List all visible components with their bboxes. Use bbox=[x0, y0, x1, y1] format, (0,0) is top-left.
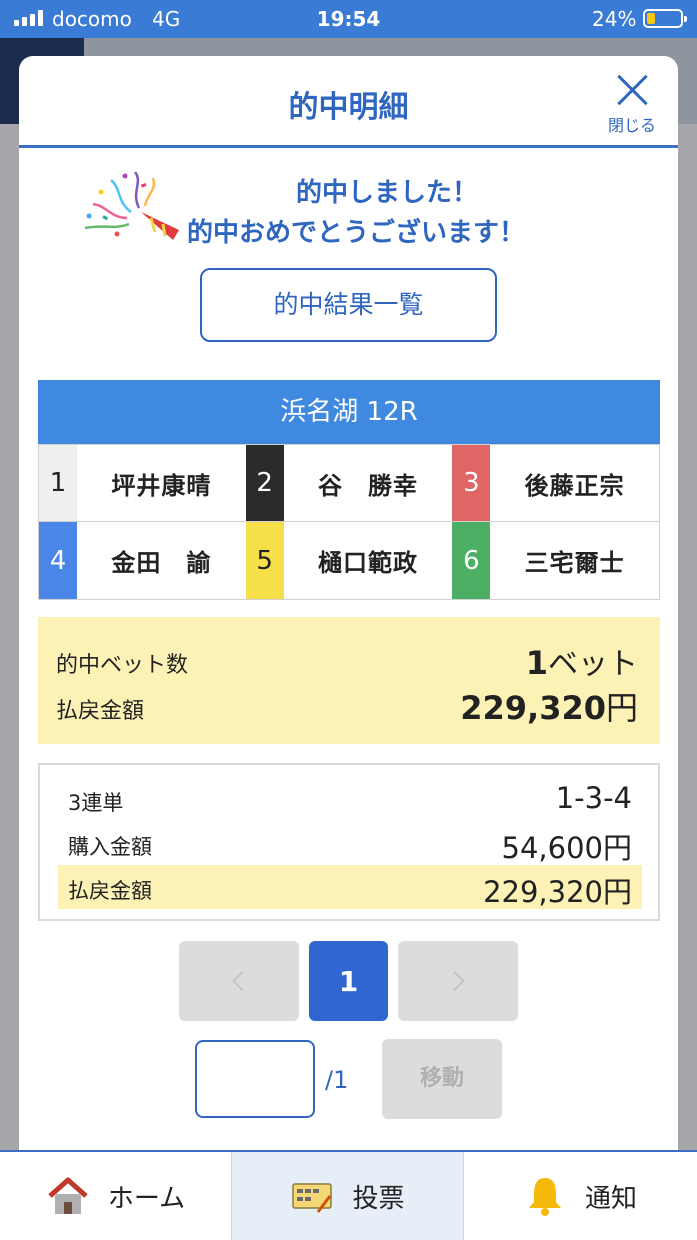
bet-type: 3連単 bbox=[68, 791, 124, 815]
battery-percent: 24% bbox=[592, 7, 637, 31]
racer-5: 5 樋口範政 bbox=[245, 522, 453, 599]
hit-summary: 的中ベット数 1ベット 払戻金額 229,320円 bbox=[38, 617, 660, 744]
battery-icon bbox=[643, 9, 687, 28]
racer-name: 金田 諭 bbox=[111, 549, 212, 577]
page-total: /1 bbox=[325, 1066, 349, 1094]
hit-bets-label: 的中ベット数 bbox=[56, 653, 189, 678]
purchase-amount: 54,600円 bbox=[501, 831, 632, 865]
hit-detail-modal: 的中明細 閉じる 的中しました！ 的中おめでとうございます！ 的中結果一覧 浜名… bbox=[19, 56, 678, 1150]
page-number-input[interactable] bbox=[195, 1040, 315, 1118]
congrats-subtitle: 的中おめでとうございます！ bbox=[187, 218, 526, 248]
hit-results-list-button[interactable]: 的中結果一覧 bbox=[200, 268, 497, 342]
racer-3: 3 後藤正宗 bbox=[452, 445, 659, 521]
racer-name: 三宅爾士 bbox=[524, 549, 625, 577]
close-icon bbox=[616, 74, 648, 106]
bet-payout-amount: 229,320円 bbox=[483, 875, 632, 909]
racer-name: 谷 勝幸 bbox=[318, 471, 418, 500]
move-button[interactable]: 移動 bbox=[382, 1039, 502, 1119]
race-header: 浜名湖 12R bbox=[38, 380, 660, 444]
bet-type-row: 3連単 1-3-4 bbox=[58, 777, 642, 821]
boat-number: 1 bbox=[39, 445, 77, 521]
ticket-icon bbox=[292, 1183, 333, 1213]
modal-title: 的中明細 bbox=[288, 90, 409, 125]
close-label: 閉じる bbox=[607, 116, 656, 135]
racer-6: 6 三宅爾士 bbox=[452, 522, 659, 599]
boat-number: 4 bbox=[39, 522, 77, 599]
boat-number: 2 bbox=[245, 445, 284, 521]
boat-number: 5 bbox=[245, 522, 284, 599]
prev-page-button[interactable] bbox=[179, 941, 299, 1021]
hit-bets-count: 1 bbox=[525, 644, 548, 682]
home-icon bbox=[48, 1177, 88, 1214]
payout-amount: 229,320 bbox=[460, 689, 606, 727]
racer-row: 4 金田 諭 5 樋口範政 6 三宅爾士 bbox=[39, 522, 659, 599]
bet-detail-card: 3連単 1-3-4 購入金額 54,600円 払戻金額 229,320円 bbox=[38, 763, 660, 921]
racer-4: 4 金田 諭 bbox=[39, 522, 246, 599]
boat-number: 3 bbox=[452, 445, 491, 521]
bottom-nav: ホーム 投票 通知 bbox=[0, 1150, 697, 1240]
racer-2: 2 谷 勝幸 bbox=[245, 445, 453, 521]
hit-bets-unit: ベット bbox=[548, 647, 638, 682]
next-page-button[interactable] bbox=[398, 941, 518, 1021]
nav-vote-label: 投票 bbox=[352, 1183, 405, 1214]
hit-bets-value: 1ベット bbox=[526, 639, 638, 683]
bet-combination: 1-3-4 bbox=[555, 781, 632, 815]
party-popper-icon bbox=[84, 172, 179, 240]
racer-row: 1 坪井康晴 2 谷 勝幸 3 後藤正宗 bbox=[39, 445, 659, 522]
bell-icon bbox=[528, 1178, 561, 1216]
racer-name: 樋口範政 bbox=[318, 549, 418, 577]
payout-unit: 円 bbox=[605, 689, 638, 727]
purchase-label: 購入金額 bbox=[68, 835, 152, 859]
racer-name: 坪井康晴 bbox=[111, 471, 212, 500]
nav-notify[interactable]: 通知 bbox=[464, 1152, 696, 1240]
modal-header: 的中明細 閉じる bbox=[19, 56, 678, 148]
status-bar: docomo 4G 19:54 24% bbox=[0, 0, 697, 38]
nav-notify-label: 通知 bbox=[584, 1183, 637, 1214]
chevron-left-icon bbox=[232, 971, 252, 991]
bet-payout-row: 払戻金額 229,320円 bbox=[58, 865, 642, 909]
bet-payout-label: 払戻金額 bbox=[68, 879, 152, 903]
payout-label: 払戻金額 bbox=[56, 699, 145, 724]
nav-home-label: ホーム bbox=[107, 1183, 186, 1214]
congrats-message: 的中しました！ 的中おめでとうございます！ bbox=[19, 168, 678, 248]
racer-table: 1 坪井康晴 2 谷 勝幸 3 後藤正宗 4 金田 諭 5 樋口範政 6 三宅爾… bbox=[38, 444, 660, 600]
congrats-title: 的中しました！ bbox=[295, 178, 478, 208]
pagination: 1 bbox=[179, 941, 519, 1021]
nav-vote[interactable]: 投票 bbox=[232, 1152, 464, 1240]
racer-1: 1 坪井康晴 bbox=[39, 445, 246, 521]
racer-name: 後藤正宗 bbox=[524, 471, 625, 500]
close-button[interactable]: 閉じる bbox=[600, 70, 664, 136]
current-page-button[interactable]: 1 bbox=[309, 941, 388, 1021]
chevron-right-icon bbox=[445, 971, 465, 991]
payout-value: 229,320円 bbox=[460, 683, 638, 729]
purchase-row: 購入金額 54,600円 bbox=[58, 821, 642, 865]
boat-number: 6 bbox=[452, 522, 491, 599]
nav-home[interactable]: ホーム bbox=[0, 1152, 232, 1240]
